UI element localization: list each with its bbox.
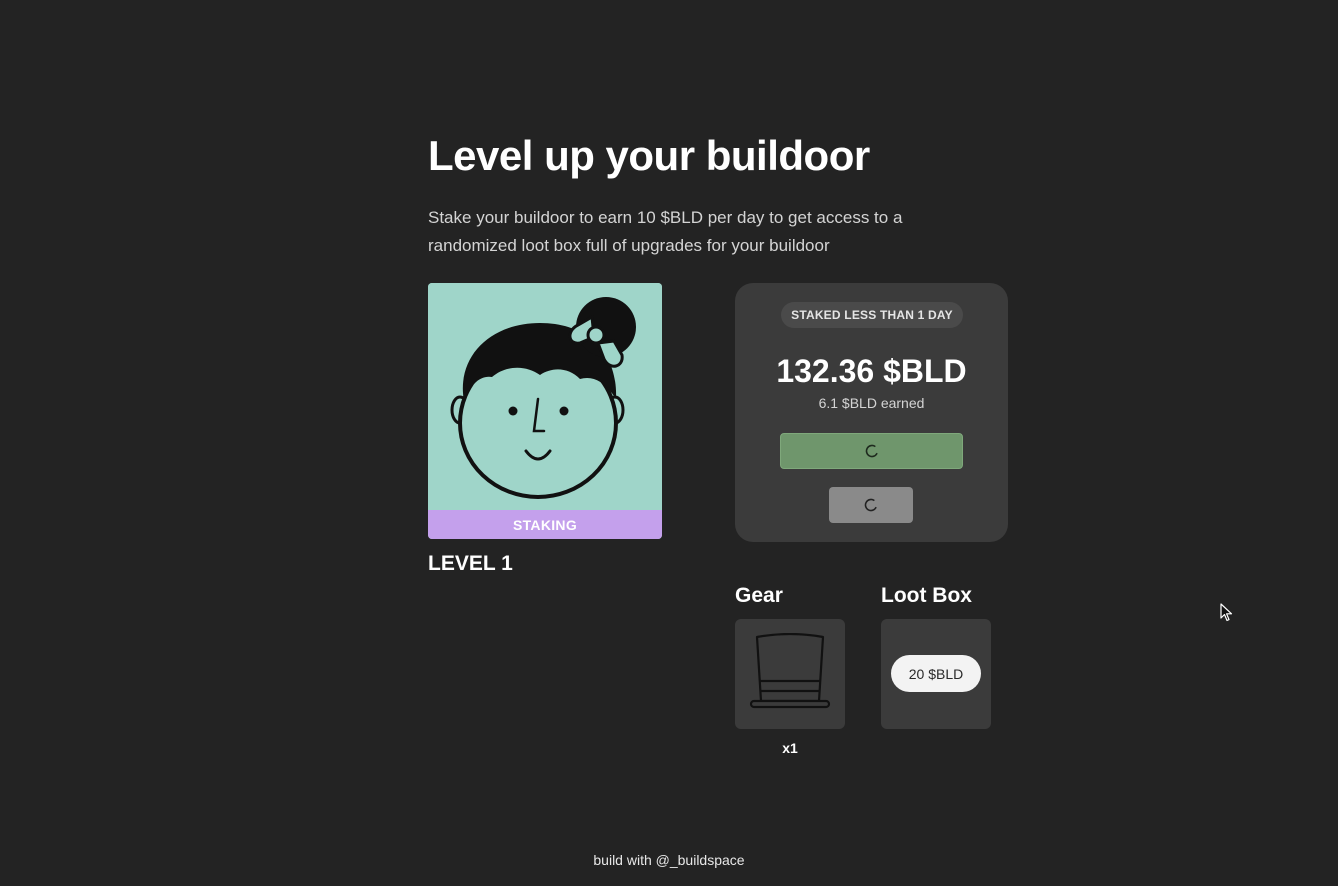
bld-earned: 6.1 $BLD earned bbox=[818, 395, 925, 411]
gear-heading: Gear bbox=[735, 584, 783, 607]
nft-card: STAKING bbox=[428, 283, 662, 539]
loot-box-tile: 20 $BLD bbox=[881, 619, 991, 729]
bld-balance: 132.36 $BLD bbox=[776, 353, 967, 389]
spinner-icon bbox=[865, 444, 878, 458]
buildoor-avatar-image bbox=[428, 283, 662, 510]
top-hat-icon bbox=[749, 633, 831, 709]
spinner-icon bbox=[864, 498, 877, 512]
gear-item-count: x1 bbox=[782, 740, 798, 756]
open-loot-box-button[interactable]: 20 $BLD bbox=[891, 655, 981, 692]
stake-duration-badge: STAKED LESS THAN 1 DAY bbox=[781, 302, 963, 328]
page-description: Stake your buildoor to earn 10 $BLD per … bbox=[428, 208, 903, 255]
page-title: Level up your buildoor bbox=[428, 132, 870, 179]
stake-panel: STAKED LESS THAN 1 DAY 132.36 $BLD 6.1 $… bbox=[735, 283, 1008, 542]
unstake-button[interactable] bbox=[829, 487, 913, 523]
mouse-cursor-icon bbox=[1220, 603, 1233, 622]
footer-credit[interactable]: build with @_buildspace bbox=[0, 852, 1338, 868]
staking-status-label: STAKING bbox=[428, 510, 662, 539]
gear-item-tile[interactable] bbox=[735, 619, 845, 729]
claim-button[interactable] bbox=[780, 433, 963, 469]
loot-box-heading: Loot Box bbox=[881, 584, 972, 607]
level-label: LEVEL 1 bbox=[428, 552, 513, 575]
